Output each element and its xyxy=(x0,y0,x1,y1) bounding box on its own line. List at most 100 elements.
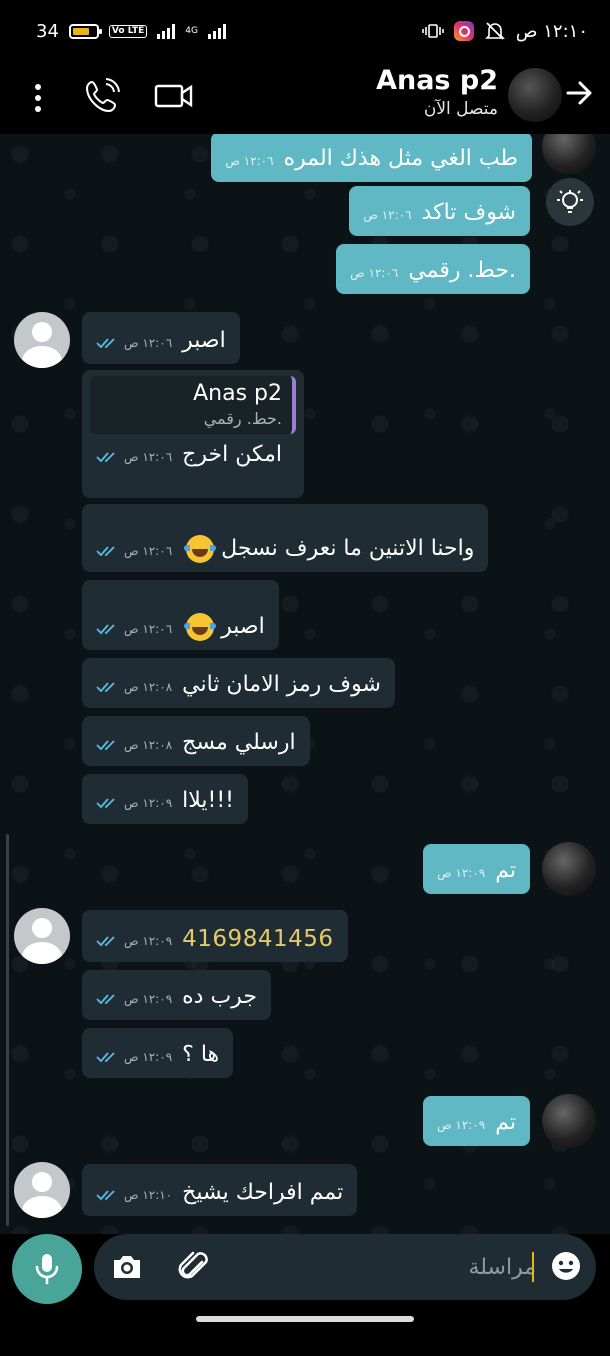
chat-header: Anas p2 متصل الآن xyxy=(0,62,610,134)
network-type: 4G xyxy=(185,25,198,36)
status-left: 34 Vo LTE 4G xyxy=(36,21,226,42)
message-time: ١٢:٠٦ ص xyxy=(124,336,173,350)
read-ticks-icon xyxy=(96,1052,115,1063)
message-text: اصبر xyxy=(182,328,226,353)
read-ticks-icon xyxy=(96,624,115,635)
battery-icon xyxy=(68,23,102,39)
bot-gear-icon[interactable] xyxy=(546,178,594,226)
self-avatar xyxy=(542,134,596,174)
message-bubble[interactable]: ١٢:١٠ ص تمم افراحك يشيخ xyxy=(82,1164,358,1216)
signal-indicator-text: 34 xyxy=(36,20,59,42)
text-cursor xyxy=(532,1252,534,1282)
message-time: ١٢:١٠ ص xyxy=(124,1188,173,1202)
message-input-container[interactable] xyxy=(94,1234,596,1300)
message-time: ١٢:٠٩ ص xyxy=(124,934,173,948)
chat-messages-area[interactable]: ١٢:٠٦ ص طب الغي مثل هذك المره ١٢:٠٦ ص شو… xyxy=(0,134,610,1234)
message-bubble[interactable]: ١٢:٠٦ ص طب الغي مثل هذك المره xyxy=(211,134,532,182)
read-ticks-icon xyxy=(96,740,115,751)
self-avatar xyxy=(542,1094,596,1148)
home-indicator[interactable] xyxy=(196,1316,414,1322)
message-bubble[interactable]: ١٢:٠٦ ص واحنا الاتنين ما نعرف نسجل xyxy=(82,504,489,572)
message-text: امكن اخرج xyxy=(182,442,282,467)
camera-icon[interactable] xyxy=(110,1250,144,1284)
status-right: ١٢:١٠ ص xyxy=(421,20,588,42)
message-text: ها ؟ xyxy=(182,1042,220,1067)
bell-muted-icon xyxy=(484,22,505,40)
read-ticks-icon xyxy=(96,798,115,809)
reply-quote-text: حط. رقمي. xyxy=(203,409,282,428)
message-bubble[interactable]: ١٢:٠٩ ص يلاا!!! xyxy=(82,774,248,824)
message-text: تم xyxy=(495,858,516,883)
message-time: ١٢:٠٦ ص xyxy=(124,622,173,636)
phone-number-link[interactable]: 4169841456 xyxy=(182,924,333,954)
message-time: ١٢:٠٩ ص xyxy=(437,866,486,880)
message-bubble[interactable]: ١٢:٠٩ ص ها ؟ xyxy=(82,1028,234,1078)
message-text: جرب ده xyxy=(182,984,257,1009)
message-input[interactable] xyxy=(236,1244,536,1290)
paperclip-icon[interactable] xyxy=(176,1248,212,1286)
message-text: شوف تاكد xyxy=(421,200,516,225)
more-options-icon[interactable] xyxy=(28,78,48,118)
message-bubble[interactable]: ١٢:٠٨ ص شوف رمز الامان ثاني xyxy=(82,658,395,708)
self-avatar xyxy=(542,842,596,896)
message-text: اصبر xyxy=(221,614,265,639)
message-time: ١٢:٠٦ ص xyxy=(350,266,399,280)
message-bubble[interactable]: ١٢:٠٩ ص تم xyxy=(423,844,530,894)
message-bubble[interactable]: ١٢:٠٦ ص اصبر xyxy=(82,580,279,650)
message-time: ١٢:٠٩ ص xyxy=(437,1118,486,1132)
voice-record-button[interactable] xyxy=(12,1234,82,1304)
voice-call-icon[interactable] xyxy=(82,76,122,116)
message-time: ١٢:٠٩ ص xyxy=(124,992,173,1006)
message-bubble[interactable]: ١٢:٠٦ ص اصبر xyxy=(82,312,240,364)
message-time: ١٢:٠٦ ص xyxy=(124,450,173,464)
contact-title[interactable]: Anas p2 متصل الآن xyxy=(376,64,498,120)
message-text: ارسلي مسج xyxy=(182,730,296,755)
message-time: ١٢:٠٩ ص xyxy=(124,1050,173,1064)
reply-quote[interactable]: Anas p2 حط. رقمي. xyxy=(90,376,296,434)
microphone-icon xyxy=(35,1254,59,1285)
message-time: ١٢:٠٨ ص xyxy=(124,738,173,752)
read-ticks-icon xyxy=(96,936,115,947)
vibrate-icon xyxy=(421,24,444,38)
contact-name: Anas p2 xyxy=(376,65,498,96)
message-text: واحنا الاتنين ما نعرف نسجل xyxy=(221,536,475,561)
message-time: ١٢:٠٦ ص xyxy=(124,544,173,558)
volte-badge: Vo LTE xyxy=(108,24,148,38)
contact-avatar[interactable] xyxy=(508,68,562,122)
message-time: ١٢:٠٩ ص xyxy=(124,796,173,810)
contact-status: متصل الآن xyxy=(423,99,498,119)
message-text: حط. رقمي. xyxy=(408,258,516,283)
sender-avatar[interactable] xyxy=(14,1162,70,1218)
read-ticks-icon xyxy=(96,546,115,557)
message-bubble[interactable]: ١٢:٠٩ ص تم xyxy=(423,1096,530,1146)
back-arrow-icon[interactable] xyxy=(564,78,594,108)
message-text: تم xyxy=(495,1110,516,1135)
message-bubble[interactable]: ١٢:٠٦ ص شوف تاكد xyxy=(349,186,530,236)
message-text: طب الغي مثل هذك المره xyxy=(283,146,518,171)
sender-avatar[interactable] xyxy=(14,908,70,964)
cell-signal-icon xyxy=(157,23,176,39)
clock-time: ١٢:١٠ ص xyxy=(515,20,588,42)
status-bar: 34 Vo LTE 4G ١٢:١٠ ص xyxy=(0,0,610,62)
message-text: شوف رمز الامان ثاني xyxy=(182,672,381,697)
message-text: تمم افراحك يشيخ xyxy=(182,1180,344,1205)
scrollbar-thumb[interactable] xyxy=(6,834,9,1226)
composer-bar xyxy=(0,1234,610,1304)
video-call-icon[interactable] xyxy=(154,80,194,112)
read-ticks-icon xyxy=(96,338,115,349)
message-bubble[interactable]: ١٢:٠٩ ص 4169841456 xyxy=(82,910,348,962)
tears-of-joy-emoji xyxy=(184,613,217,641)
read-ticks-icon xyxy=(96,1190,115,1201)
message-time: ١٢:٠٦ ص xyxy=(225,154,274,168)
message-bubble[interactable]: ١٢:٠٦ ص حط. رقمي. xyxy=(336,244,530,294)
message-bubble[interactable]: ١٢:٠٩ ص جرب ده xyxy=(82,970,271,1020)
system-nav-bar xyxy=(0,1304,610,1356)
sender-avatar[interactable] xyxy=(14,312,70,368)
message-bubble-reply[interactable]: Anas p2 حط. رقمي. ١٢:٠٦ ص امكن اخرج xyxy=(82,370,304,498)
message-text: يلاا!!! xyxy=(182,788,234,813)
message-time: ١٢:٠٦ ص xyxy=(363,208,412,222)
message-bubble[interactable]: ١٢:٠٨ ص ارسلي مسج xyxy=(82,716,310,766)
instagram-icon xyxy=(453,21,474,41)
emoji-icon[interactable] xyxy=(550,1250,582,1282)
reply-quote-name: Anas p2 xyxy=(193,381,282,406)
